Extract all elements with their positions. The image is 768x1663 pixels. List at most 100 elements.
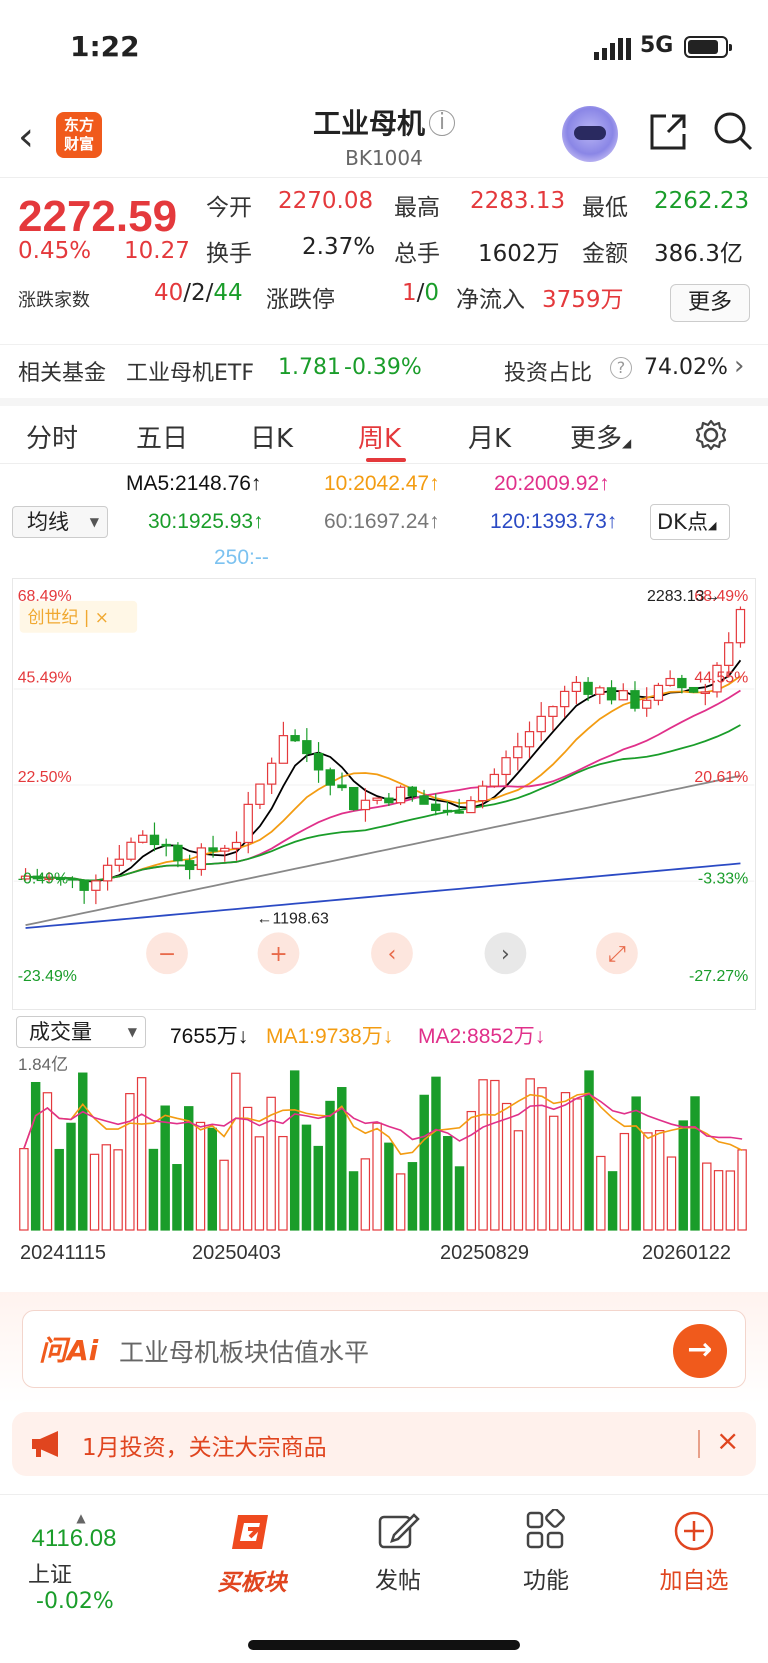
megaphone-icon (32, 1431, 58, 1457)
fund-label: 相关基金 (18, 361, 107, 386)
candle (349, 786, 359, 811)
volume-bar (725, 1170, 736, 1231)
tab-weekly-k[interactable]: 周K (358, 418, 401, 455)
nav-post[interactable]: 发帖 (328, 1509, 468, 1595)
fund-name: 工业母机ETF (126, 361, 254, 386)
candle (536, 702, 546, 741)
dk-point-button[interactable]: DK点◢ (650, 504, 730, 540)
tab-daily-k[interactable]: 日K (250, 418, 293, 455)
candle (559, 685, 570, 718)
help-icon[interactable]: ? (610, 357, 632, 379)
volume-bar (501, 1102, 512, 1231)
candle (513, 732, 523, 771)
search-icon[interactable] (712, 110, 754, 152)
volume-header: 成交量 ▼ 7655万↓ MA1:9738万↓ MA2:8852万↓ (12, 1012, 756, 1052)
tab-monthly-k[interactable]: 月K (468, 418, 511, 455)
fund-price: 1.781 (278, 355, 341, 380)
tab-more[interactable]: 更多◢ (570, 418, 631, 455)
kline-chart[interactable]: 68.49%45.49%22.50%-0.49%-23.49%68.49%44.… (12, 578, 756, 1010)
more-button[interactable]: 更多 (670, 284, 750, 322)
ai-question: 工业母机板块估值水平 (119, 1338, 370, 1367)
volume-value: 1602万 (478, 241, 560, 267)
ma30-value: 30:1925.93↑ (148, 510, 264, 533)
arrow-right-icon[interactable]: → (673, 1324, 727, 1378)
volume-chart[interactable]: 1.84亿 (12, 1050, 756, 1240)
percent-label-right: -3.33% (698, 871, 748, 888)
turnover-value: 2.37% (302, 234, 376, 260)
breadth-values: 40/2/44 (154, 280, 243, 306)
bottom-navigation: ▲ 4116.08 上证 -0.02% 买板块 发帖 功能 加自选 (0, 1494, 768, 1663)
candle (595, 685, 605, 705)
signal-icon (594, 38, 631, 60)
candle (395, 785, 406, 806)
candle (548, 705, 558, 731)
volume-bar (19, 1148, 29, 1231)
ma120-value: 120:1393.73↑ (490, 510, 618, 533)
ai-question-box[interactable]: 问Ai 工业母机板块估值水平 → (22, 1310, 746, 1388)
tab-five-day[interactable]: 五日 (136, 418, 188, 455)
turnover-label: 换手 (206, 241, 252, 267)
volume-bar (466, 1110, 477, 1231)
period-tabs: 分时 五日 日K 周K 月K 更多◢ (0, 398, 768, 464)
volume-bar (631, 1096, 641, 1231)
candle (266, 757, 277, 795)
volume-select[interactable]: 成交量 ▼ (16, 1016, 146, 1048)
index-ticker[interactable]: ▲ 4116.08 上证 -0.02% (14, 1511, 154, 1614)
nav-buy-sector[interactable]: 买板块 (182, 1509, 322, 1597)
ma5-value: MA5:2148.76↑ (126, 472, 262, 495)
chart-control-glyph: + (269, 942, 287, 967)
notice-banner[interactable]: 1月投资，关注大宗商品 × (12, 1412, 756, 1476)
chevron-right-icon[interactable]: › (734, 351, 744, 381)
nav-add-watchlist[interactable]: 加自选 (624, 1509, 764, 1595)
volume-bar (136, 1077, 147, 1231)
tab-intraday[interactable]: 分时 (26, 418, 78, 455)
low-label: 最低 (582, 195, 628, 221)
volume-bar (678, 1120, 688, 1231)
candle (173, 842, 183, 868)
volume-bar (278, 1135, 288, 1231)
share-icon[interactable] (648, 112, 688, 152)
info-icon[interactable]: i (429, 110, 455, 136)
volume-bar (207, 1127, 217, 1231)
tag-label: 创世纪 | × (28, 607, 109, 627)
related-fund-row[interactable]: 相关基金 工业母机ETF 1.781 -0.39% 投资占比 ? 74.02% … (0, 344, 768, 394)
open-label: 今开 (206, 195, 252, 221)
date-tick: 20250829 (440, 1242, 529, 1264)
amount-value: 386.3亿 (654, 241, 743, 267)
volume-bar (101, 1144, 112, 1231)
volume-bar (419, 1094, 429, 1231)
change-percent: 0.45% (18, 238, 92, 264)
volume-bar (654, 1130, 665, 1231)
ai-assistant-avatar[interactable] (562, 106, 618, 162)
volume-bar (549, 1115, 559, 1231)
volume-bar (78, 1072, 88, 1231)
candle (290, 729, 300, 742)
date-axis: 20241115 20250403 20250829 20260122 (12, 1240, 756, 1276)
candle (641, 687, 652, 717)
volume-bar (372, 1122, 382, 1231)
candle (102, 857, 113, 891)
volume-bar (219, 1159, 229, 1231)
volume-bar (395, 1173, 406, 1231)
close-icon[interactable]: × (716, 1424, 739, 1457)
ma10-value: 10:2042.47↑ (324, 472, 440, 495)
volume-bar (431, 1076, 441, 1231)
nav-functions[interactable]: 功能 (476, 1508, 616, 1595)
volume-bar (360, 1158, 371, 1231)
gear-icon[interactable] (694, 418, 728, 452)
edit-icon (378, 1513, 420, 1549)
candle (114, 844, 125, 872)
percent-label-left: -23.49% (18, 968, 77, 985)
volume-bar (737, 1149, 747, 1231)
open-value: 2270.08 (278, 188, 374, 214)
ma60-value: 60:1697.24↑ (324, 510, 440, 533)
candle (360, 788, 371, 822)
candle (79, 879, 89, 904)
candle (489, 768, 500, 788)
volume-bar (66, 1122, 76, 1231)
indicator-select[interactable]: 均线 ▼ (12, 506, 108, 538)
candle (196, 843, 207, 876)
date-tick: 20241115 (20, 1242, 107, 1264)
volume-bars (19, 1070, 747, 1231)
volume-ma2: MA2:8852万↓ (418, 1025, 546, 1048)
